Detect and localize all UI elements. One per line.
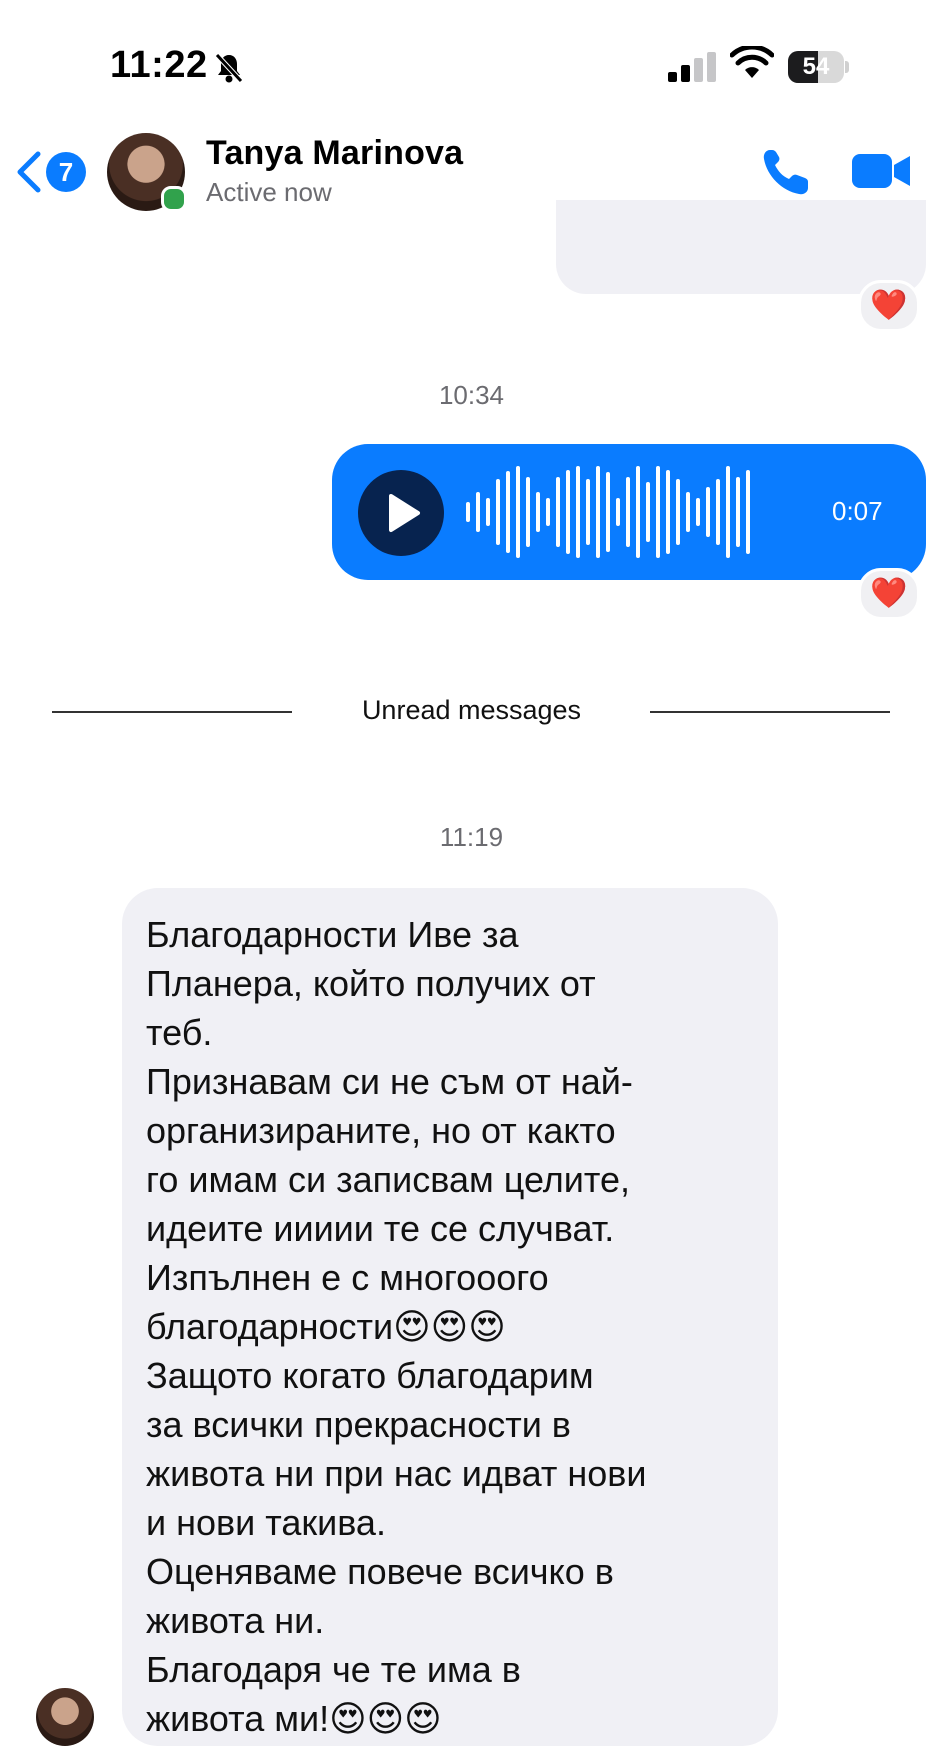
message-timestamp: 11:19 [439,822,504,852]
battery-icon: 54 [788,51,850,83]
waveform-bar [586,479,590,545]
waveform-bar [696,498,700,526]
waveform-bar [666,470,670,554]
waveform-bar [526,477,530,547]
waveform-bar [556,477,560,547]
waveform-bar [536,492,540,532]
voice-duration: 0:07 [832,496,883,526]
message-text: Благодарности Иве за Планера, който полу… [146,914,647,1739]
phone-icon [763,150,808,195]
message-timestamp: 10:34 [438,380,505,410]
waveform-bar [476,492,480,532]
heart-reaction[interactable]: ❤️ [858,280,920,332]
waveform-bar [726,466,730,558]
waveform-bar [706,487,710,537]
waveform-bar [616,498,620,526]
waveform-bar [486,498,490,526]
waveform-bar [736,477,740,547]
waveform-bar [626,477,630,547]
status-time: 11:22 [110,44,208,86]
video-camera-icon [852,154,910,188]
back-button[interactable]: 7 [14,150,110,194]
battery-percentage: 54 [802,53,830,80]
waveform-bar [646,482,650,542]
wifi-icon [729,44,775,85]
contact-name[interactable]: Tanya Marinova [206,134,463,173]
contact-status: Active now [206,177,332,207]
audio-waveform[interactable] [462,466,762,558]
divider-line [650,711,890,713]
waveform-bar [546,498,550,526]
signal-icon [668,52,716,87]
waveform-bar [516,466,520,558]
waveform-bar [506,471,510,553]
waveform-bar [716,479,720,545]
waveform-bar [466,502,470,522]
sender-avatar[interactable] [36,1688,94,1746]
waveform-bar [676,479,680,545]
play-button[interactable] [358,470,444,556]
waveform-bar [566,470,570,554]
heart-reaction[interactable]: ❤️ [858,568,920,620]
waveform-bar [576,466,580,558]
waveform-bar [686,492,690,532]
online-indicator [161,186,187,212]
bell-slash-icon [214,52,244,89]
call-button[interactable] [760,146,812,198]
waveform-bar [596,466,600,558]
previous-message-bubble[interactable] [556,200,926,294]
waveform-bar [496,479,500,545]
unread-count-badge: 7 [46,152,86,192]
waveform-bar [656,466,660,558]
waveform-bar [606,472,610,552]
waveform-bar [746,470,750,554]
video-call-button[interactable] [852,150,912,192]
incoming-message-bubble[interactable]: Благодарности Иве за Планера, който полу… [122,888,778,1746]
voice-message-bubble[interactable]: 0:07 [332,444,926,580]
play-icon [389,494,420,532]
waveform-bar [636,466,640,558]
back-chevron-icon [17,151,41,193]
